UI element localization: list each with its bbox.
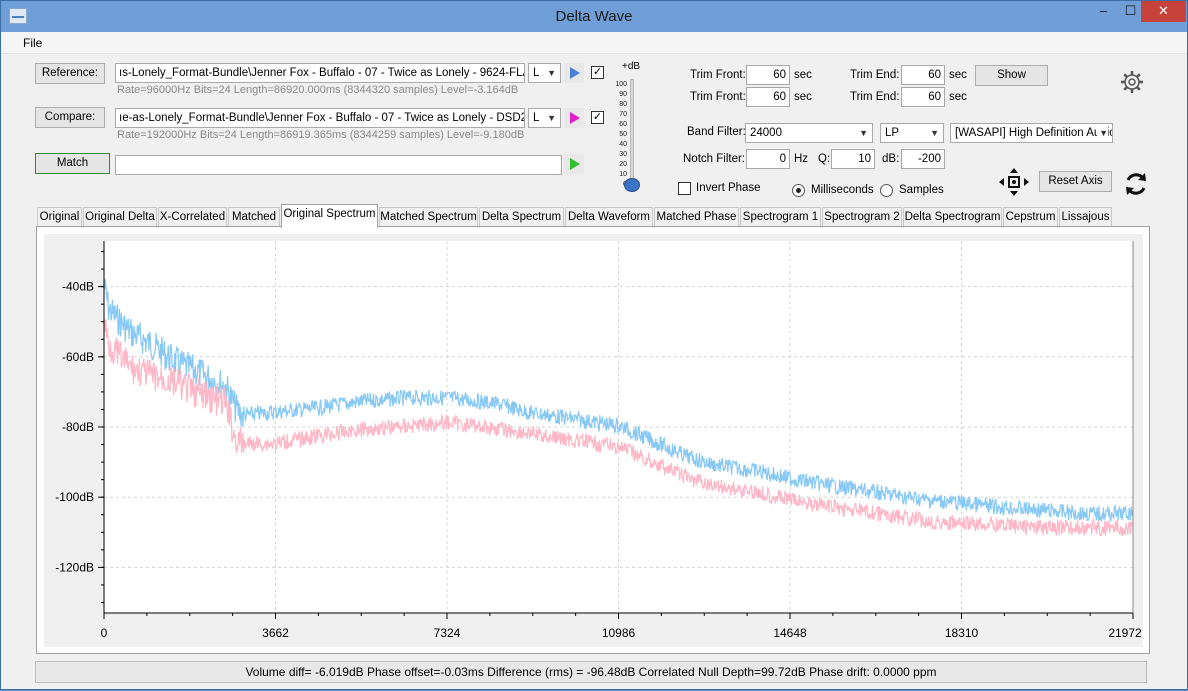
x-tick-label: 10986 (602, 626, 636, 640)
y-tick-label: -80dB (62, 420, 94, 434)
x-tick-label: 7324 (434, 626, 461, 640)
app-window: Delta Wave – ☐ ✕ File Reference: ıs-Lone… (0, 0, 1188, 690)
tab-original-spectrum[interactable]: Original Spectrum (281, 204, 378, 228)
x-tick-label: 3662 (262, 626, 289, 640)
y-tick-label: -120dB (55, 560, 94, 574)
y-tick-label: -100dB (55, 490, 94, 504)
status-bar: Volume diff= -6.019dB Phase offset=-0.03… (35, 661, 1147, 683)
y-tick-label: -60dB (62, 350, 94, 364)
x-tick-label: 0 (101, 626, 108, 640)
x-tick-label: 14648 (773, 626, 807, 640)
spectrum-chart[interactable]: 0 3662 7324 10986 14648 18310 21972 -40dB -60dB -… (1, 1, 1188, 691)
y-tick-label: -40dB (62, 280, 94, 294)
x-tick-label: 18310 (945, 626, 979, 640)
x-tick-label: 21972 (1108, 626, 1142, 640)
